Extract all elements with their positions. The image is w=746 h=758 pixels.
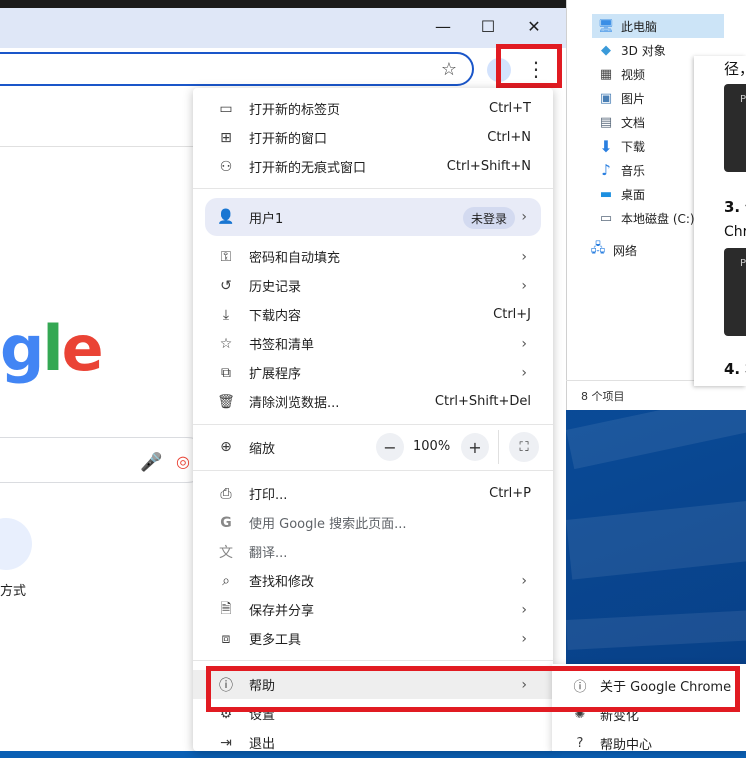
menu-item-bookmarks[interactable]: ☆ 书签和清单 › [193, 329, 553, 358]
download-arrow-icon: ⬇ [599, 136, 613, 156]
chevron-right-icon: › [521, 630, 527, 647]
highlight-box-help-about [206, 666, 740, 712]
google-logo: gle [0, 312, 104, 385]
picture-icon: ▣ [599, 90, 613, 106]
menu-item-clear-data[interactable]: 🗑 清除浏览数据... Ctrl+Shift+Del [193, 387, 553, 416]
menu-separator [193, 470, 553, 471]
menu-item-new-tab[interactable]: ▭ 打开新的标签页 Ctrl+T [193, 94, 553, 123]
menu-item-save-share[interactable]: 🗎 保存并分享 › [193, 595, 553, 624]
doc-text-line: 径， [724, 60, 746, 78]
shortcut-label: 方式 [0, 584, 27, 599]
network-icon: 🖧 [590, 241, 606, 256]
menu-item-more-tools[interactable]: ⧈ 更多工具 › [193, 624, 553, 653]
doc-text-line: Chr [724, 224, 746, 240]
cube-icon: ◆ [601, 42, 611, 58]
document-panel: 径， P 3. 使 Chr P 4. 村 [694, 56, 746, 386]
music-note-icon: ♪ [601, 161, 611, 179]
chevron-right-icon: › [521, 601, 527, 618]
disk-icon: ▭ [599, 210, 613, 226]
menu-item-new-window[interactable]: ⊞ 打开新的窗口 Ctrl+N [193, 123, 553, 152]
menu-item-incognito[interactable]: ⚇ 打开新的无痕式窗口 Ctrl+Shift+N [193, 152, 553, 181]
title-bar-top-edge [0, 0, 566, 8]
chevron-right-icon: › [521, 364, 527, 381]
zoom-out-button[interactable]: − [376, 433, 404, 461]
doc-step-heading: 4. 村 [724, 360, 746, 378]
microphone-icon[interactable]: 🎤 [140, 452, 162, 473]
chevron-right-icon: › [521, 572, 527, 589]
address-bar[interactable] [0, 52, 474, 86]
computer-icon: 🖥 [597, 18, 615, 34]
zoom-level: 100% [413, 439, 451, 454]
menu-item-profile[interactable]: 👤 用户1 未登录 › [205, 198, 541, 236]
menu-item-downloads[interactable]: ⤓ 下载内容 Ctrl+J [193, 300, 553, 329]
menu-item-extensions[interactable]: ⧉ 扩展程序 › [193, 358, 553, 387]
google-lens-icon[interactable]: ◎ [176, 452, 190, 471]
chevron-right-icon: › [521, 209, 527, 225]
menu-item-zoom: ⊕ 缩放 − 100% + ⛶ [193, 430, 553, 464]
menu-item-exit[interactable]: ⇥ 退出 [193, 728, 553, 757]
code-block: P [724, 248, 746, 336]
doc-step-heading: 3. 使 [724, 198, 746, 216]
code-block: P [724, 84, 746, 172]
chevron-right-icon: › [521, 277, 527, 294]
submenu-item-help-center[interactable]: ? 帮助中心 [552, 729, 746, 758]
menu-separator [193, 188, 553, 189]
history-icon: ↺ [220, 277, 232, 294]
new-tab-icon: ▭ [219, 100, 233, 117]
trash-icon: 🗑 [217, 393, 235, 410]
menu-separator [193, 660, 553, 661]
star-icon[interactable]: ☆ [438, 58, 460, 80]
download-icon: ⤓ [222, 306, 230, 323]
zoom-in-button[interactable]: + [461, 433, 489, 461]
minimize-icon[interactable]: — [421, 8, 465, 44]
new-window-icon: ⊞ [220, 129, 232, 146]
menu-item-print[interactable]: ⎙ 打印... Ctrl+P [193, 479, 553, 508]
exit-icon: ⇥ [220, 734, 232, 751]
menu-item-translate[interactable]: 文 翻译... [193, 537, 553, 566]
page-divider [0, 146, 200, 147]
translate-icon: 文 [219, 544, 233, 561]
zoom-icon: ⊕ [220, 439, 232, 455]
chrome-main-menu: ▭ 打开新的标签页 Ctrl+T ⊞ 打开新的窗口 Ctrl+N ⚇ 打开新的无… [193, 88, 553, 752]
puzzle-icon: ⧉ [221, 364, 231, 381]
menu-separator [193, 424, 553, 425]
chevron-right-icon: › [521, 248, 527, 265]
fullscreen-icon[interactable]: ⛶ [509, 432, 539, 462]
menu-item-history[interactable]: ↺ 历史记录 › [193, 271, 553, 300]
film-icon: ▦ [599, 66, 613, 82]
save-file-icon: 🗎 [220, 600, 232, 617]
printer-icon: ⎙ [220, 485, 232, 502]
highlight-box-menu-button [496, 44, 562, 88]
explorer-status-text: 8 个项目 [581, 390, 625, 403]
key-icon: ⚿ [220, 248, 232, 265]
menu-item-passwords[interactable]: ⚿ 密码和自动填充 › [193, 242, 553, 271]
help-icon: ? [576, 736, 584, 751]
star-icon: ☆ [219, 335, 233, 352]
maximize-icon[interactable]: ☐ [466, 8, 510, 44]
toolbox-icon: ⧈ [221, 630, 231, 647]
incognito-icon: ⚇ [219, 158, 233, 175]
google-g-icon: G [220, 514, 232, 531]
person-icon: 👤 [217, 209, 235, 225]
chevron-right-icon: › [521, 335, 527, 352]
sign-in-status-badge: 未登录 [463, 207, 516, 229]
close-icon[interactable]: ✕ [512, 8, 556, 44]
menu-item-find-edit[interactable]: ⌕ 查找和修改 › [193, 566, 553, 595]
zoom-divider [498, 430, 499, 464]
menu-item-search-page[interactable]: G 使用 Google 搜索此页面... [193, 508, 553, 537]
explorer-item-this-pc[interactable]: 🖥 此电脑 [567, 14, 727, 38]
desktop-icon: ▬ [599, 186, 613, 202]
find-icon: ⌕ [222, 572, 230, 589]
document-icon: ▤ [599, 114, 613, 130]
